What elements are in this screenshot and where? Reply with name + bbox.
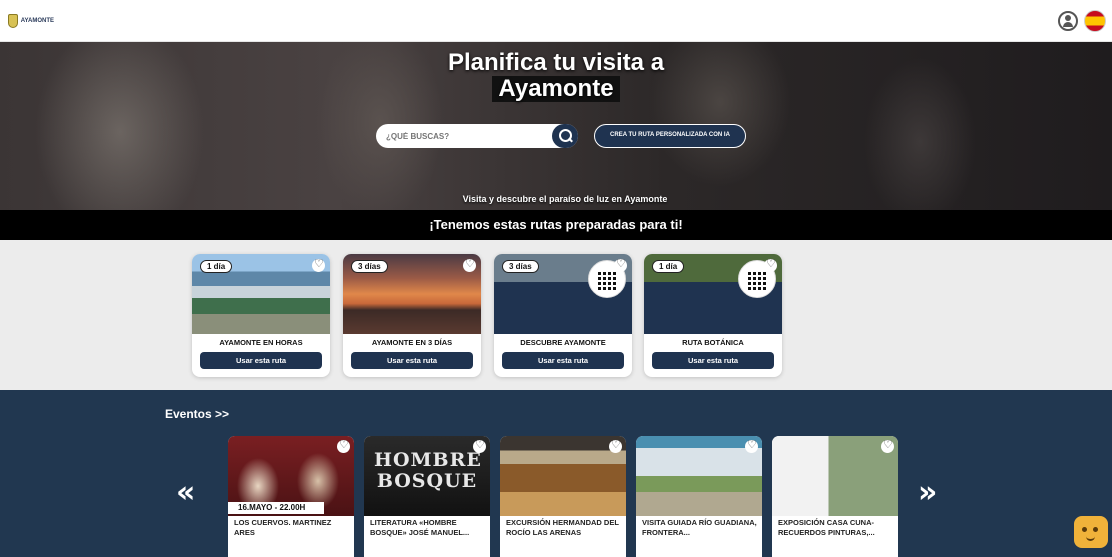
carousel-prev-arrow[interactable]: « [176,478,195,508]
event-date: 16.MAYO - 22.00H [228,502,324,514]
use-route-button[interactable]: Usar esta ruta [502,352,624,369]
route-title: AYAMONTE EN HORAS [219,338,303,347]
use-route-button[interactable]: Usar esta ruta [351,352,473,369]
event-card[interactable]: EXPOSICIÓN CASA CUNA-RECUERDOS PINTURAS,… [772,436,898,557]
event-poster-text: HOMBRE BOSQUE [374,449,482,492]
heart-icon[interactable] [764,257,777,272]
search-input[interactable] [386,129,546,143]
route-days-badge: 1 día [200,260,233,273]
coat-of-arms-icon [8,14,18,28]
heart-icon[interactable] [473,438,486,453]
create-ai-route-button[interactable]: CREA TU RUTA PERSONALIZADA CON IA [594,124,746,148]
search-icon[interactable] [552,124,578,148]
carousel-next-arrow[interactable]: » [918,478,937,508]
search-box [376,124,578,148]
route-card[interactable]: 3 días AYAMONTE EN 3 DÍAS Usar esta ruta [343,254,481,377]
hero-subtitle: Visita y descubre el paraíso de luz en A… [462,194,668,204]
chat-bot-icon[interactable] [1074,516,1108,548]
event-image [772,436,898,516]
route-card[interactable]: 1 día RUTA BOTÁNICA Usar esta ruta [644,254,782,377]
hero-title-line2: Ayamonte [492,76,620,102]
event-card[interactable]: 16.MAYO - 22.00H LOS CUERVOS. MARTINEZ A… [228,436,354,557]
route-days-badge: 1 día [652,260,685,273]
event-title: LITERATURA «HOMBRE BOSQUE» JOSÉ MANUEL..… [370,518,470,537]
route-days-badge: 3 días [351,260,388,273]
route-card[interactable]: 1 día AYAMONTE EN HORAS Usar esta ruta [192,254,330,377]
use-route-button[interactable]: Usar esta ruta [652,352,774,369]
ayamonte-logo[interactable]: AYAMONTE [8,12,54,30]
top-bar: AYAMONTE [0,0,1112,42]
route-title: DESCUBRE AYAMONTE [520,338,606,347]
route-days-badge: 3 días [502,260,539,273]
event-title: LOS CUERVOS. MARTINEZ ARES [234,518,332,537]
heart-icon[interactable] [312,257,325,272]
routes-banner: ¡Tenemos estas rutas preparadas para ti! [0,210,1112,240]
hero-section: Planifica tu visita a Ayamonte CREA TU R… [0,42,1112,210]
use-route-button[interactable]: Usar esta ruta [200,352,322,369]
event-card[interactable]: EXCURSIÓN HERMANDAD DEL ROCÍO LAS ARENAS [500,436,626,557]
event-image [636,436,762,516]
hero-title: Planifica tu visita a Ayamonte [380,50,732,102]
event-title: EXCURSIÓN HERMANDAD DEL ROCÍO LAS ARENAS [506,518,619,537]
user-icon[interactable] [1058,11,1078,31]
event-card[interactable]: VISITA GUIADA RÍO GUADIANA, FRONTERA... [636,436,762,557]
event-image [500,436,626,516]
events-section: Eventos >> « » 16.MAYO - 22.00H LOS CUER… [0,390,1112,557]
route-card[interactable]: 3 días DESCUBRE AYAMONTE Usar esta ruta [494,254,632,377]
events-heading[interactable]: Eventos >> [165,407,229,421]
routes-section: 1 día AYAMONTE EN HORAS Usar esta ruta 3… [0,240,1112,390]
logo-text: AYAMONTE [20,17,54,24]
heart-icon[interactable] [745,438,758,453]
event-title: VISITA GUIADA RÍO GUADIANA, FRONTERA... [642,518,757,537]
heart-icon[interactable] [337,438,350,453]
route-title: RUTA BOTÁNICA [682,338,744,347]
event-title: EXPOSICIÓN CASA CUNA-RECUERDOS PINTURAS,… [778,518,875,537]
heart-icon[interactable] [881,438,894,453]
spain-flag-icon[interactable] [1084,10,1106,32]
route-title: AYAMONTE EN 3 DÍAS [371,338,453,347]
event-card[interactable]: HOMBRE BOSQUE LITERATURA «HOMBRE BOSQUE»… [364,436,490,557]
heart-icon[interactable] [614,257,627,272]
heart-icon[interactable] [609,438,622,453]
heart-icon[interactable] [463,257,476,272]
hero-title-line1: Planifica tu visita a [447,49,665,76]
